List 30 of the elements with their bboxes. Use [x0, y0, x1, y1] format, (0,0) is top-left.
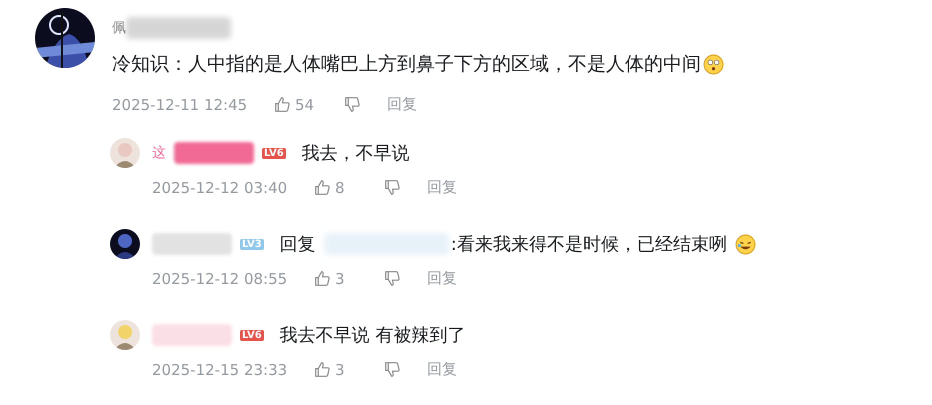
reply-button[interactable]: 回复 — [427, 269, 457, 288]
reply-button[interactable]: 回复 — [427, 360, 457, 379]
like-button[interactable]: 8 — [314, 178, 384, 196]
comment-text: 我去，不早说 — [302, 142, 410, 165]
thumbs-down-icon[interactable] — [384, 361, 401, 378]
level-badge: LV3 — [240, 238, 264, 250]
thumbs-up-icon — [274, 96, 291, 113]
username[interactable]: 这 — [152, 144, 166, 162]
timestamp: 2025-12-12 08:55 — [152, 270, 288, 288]
reply-button[interactable]: 回复 — [387, 95, 417, 114]
timestamp: 2025-12-12 03:40 — [152, 178, 288, 196]
comment-text: 冷知识：人中指的是人体嘴巴上方到鼻子下方的区域，不是人体的中间 — [112, 52, 701, 77]
comment-text: 我去不早说 有被辣到了 — [280, 324, 466, 347]
level-badge: LV6 — [262, 148, 286, 158]
thumbs-down-icon[interactable] — [384, 179, 401, 196]
reply-button[interactable]: 回复 — [427, 178, 457, 197]
thumbs-up-icon — [314, 270, 331, 287]
like-button[interactable]: 3 — [314, 360, 384, 378]
username[interactable]: 佩 — [112, 19, 126, 37]
timestamp: 2025-12-15 23:33 — [152, 360, 288, 378]
level-badge: LV6 — [240, 330, 264, 340]
thumbs-up-icon — [314, 361, 331, 378]
timestamp: 2025-12-11 12:45 — [112, 96, 248, 114]
reply-label: 回复 — [280, 233, 316, 256]
thumbs-down-icon[interactable] — [344, 96, 361, 113]
thumbs-down-icon[interactable] — [384, 270, 401, 287]
like-button[interactable]: 54 — [274, 96, 344, 114]
thumbs-up-icon — [314, 179, 331, 196]
like-button[interactable]: 3 — [314, 270, 384, 288]
comment-text: :看来我来得不是时候，已经结束咧 — [450, 233, 727, 256]
